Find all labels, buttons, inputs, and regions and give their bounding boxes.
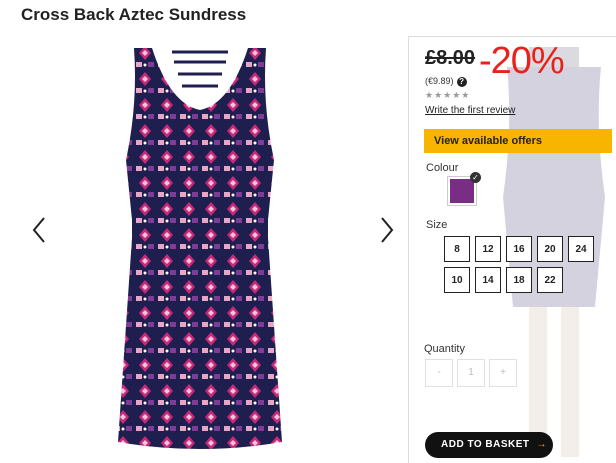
product-price: £8.00: [425, 47, 476, 69]
size-option[interactable]: 18: [506, 267, 532, 293]
arrow-right-icon: →: [536, 439, 548, 450]
swatch-color: [450, 179, 474, 203]
size-option[interactable]: 16: [506, 236, 532, 262]
quantity-label: Quantity: [424, 343, 465, 355]
alt-currency-price: (€9.89)?: [425, 76, 467, 87]
colour-label: Colour: [426, 162, 459, 174]
rating-stars: ★★★★★: [425, 90, 471, 100]
size-option[interactable]: 24: [568, 236, 594, 262]
quantity-input[interactable]: 1: [457, 359, 485, 387]
size-option[interactable]: 20: [537, 236, 563, 262]
product-title: Cross Back Aztec Sundress: [21, 5, 247, 24]
carousel-next-button[interactable]: [374, 212, 398, 248]
purchase-panel: £8.00 -20% (€9.89)? ★★★★★ Write the firs…: [408, 36, 616, 463]
chevron-left-icon: [32, 217, 45, 243]
size-option[interactable]: 22: [537, 267, 563, 293]
quantity-increase-button[interactable]: +: [489, 359, 517, 387]
add-to-basket-label: ADD TO BASKET: [441, 439, 530, 450]
check-icon: ✓: [470, 172, 481, 183]
help-icon[interactable]: ?: [456, 76, 467, 87]
carousel-prev-button[interactable]: [28, 212, 52, 248]
size-option[interactable]: 14: [475, 267, 501, 293]
size-label: Size: [426, 219, 448, 231]
chevron-right-icon: [381, 217, 394, 243]
size-option[interactable]: 12: [475, 236, 501, 262]
discount-badge: -20%: [479, 40, 565, 82]
dress-image: [118, 48, 282, 449]
size-option[interactable]: 8: [444, 236, 470, 262]
product-image: [112, 44, 288, 456]
colour-swatch[interactable]: ✓: [447, 172, 481, 206]
add-to-basket-button[interactable]: ADD TO BASKET →: [425, 432, 553, 458]
alt-price-text: (€9.89): [425, 76, 454, 86]
quantity-decrease-button[interactable]: -: [425, 359, 453, 387]
size-option[interactable]: 10: [444, 267, 470, 293]
view-offers-button[interactable]: View available offers: [424, 129, 612, 153]
write-review-link[interactable]: Write the first review: [425, 105, 515, 116]
